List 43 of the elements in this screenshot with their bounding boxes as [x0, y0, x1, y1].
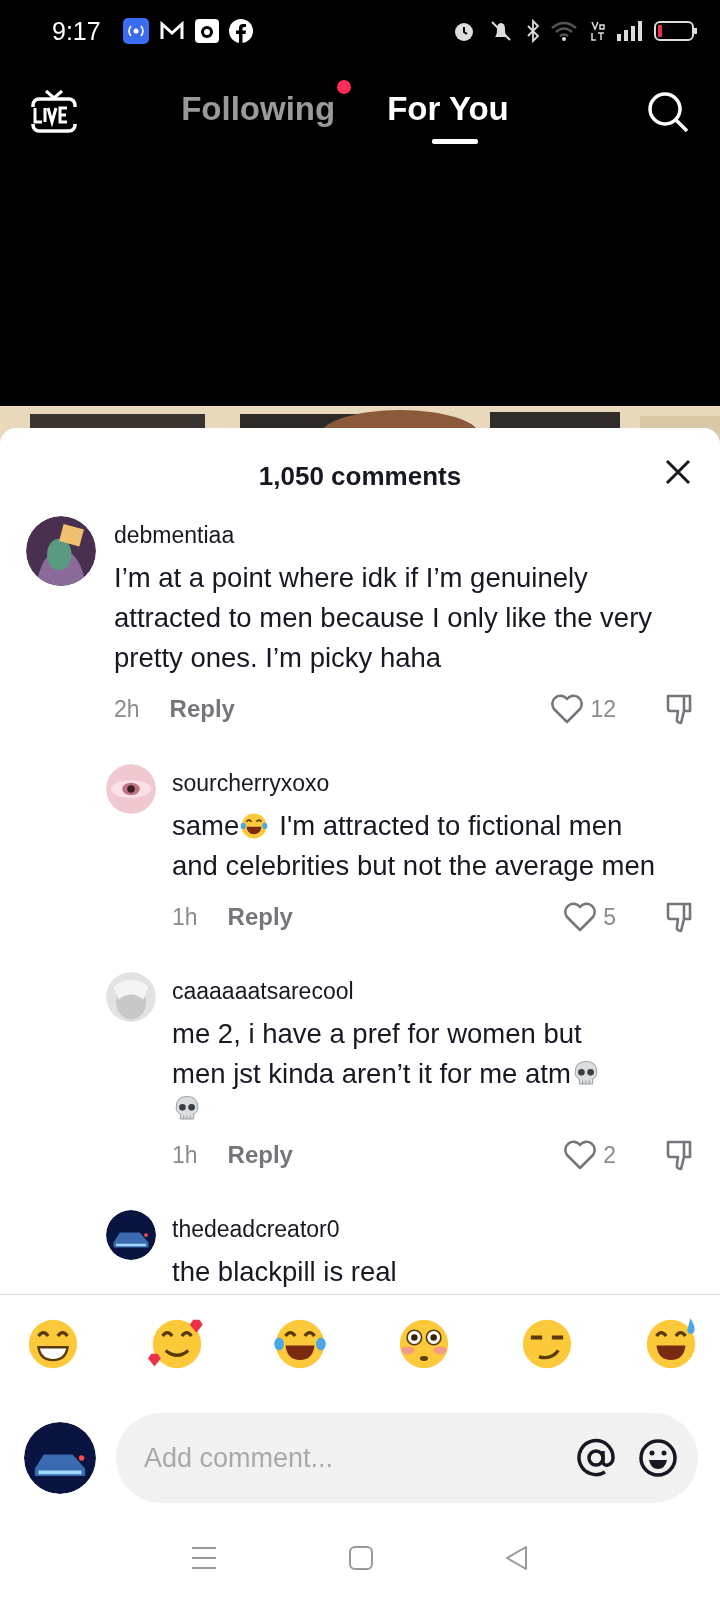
comment-time: 1h — [172, 1141, 198, 1169]
smiley-icon[interactable] — [638, 1438, 678, 1478]
comment-text: and celebrities but not the average men — [172, 849, 656, 883]
camera-icon — [194, 19, 219, 43]
clock: 9:17 — [52, 16, 101, 46]
search-icon[interactable] — [646, 90, 690, 134]
username[interactable]: debmentiaa — [114, 516, 698, 550]
menu-button[interactable] — [190, 1544, 218, 1571]
mention-icon[interactable] — [576, 1438, 616, 1478]
live-tv-icon[interactable] — [30, 89, 78, 135]
heart-icon — [563, 1140, 598, 1170]
comment-text: me 2, i have a pref for women but — [172, 1017, 582, 1051]
home-button[interactable] — [348, 1544, 374, 1571]
signal-icon — [616, 20, 644, 42]
comment-text: the blackpill is real — [172, 1255, 397, 1289]
username[interactable]: sourcherryxoxo — [172, 764, 698, 798]
mail-icon — [158, 20, 185, 42]
comment-text: same — [172, 809, 240, 843]
comment-text: men jst kinda aren’t it for me atm — [172, 1057, 571, 1091]
comment-time: 1h — [172, 903, 198, 931]
comment-text: I’m at a point where idk if I’m genuinely attracted to men because I only like the very pretty ones. I’m picky haha — [114, 561, 654, 675]
feed-tab[interactable]: Following — [177, 76, 354, 148]
comment-time: 2h — [114, 695, 140, 723]
comment-input[interactable]: Add comment... — [144, 1442, 554, 1474]
username[interactable]: caaaaaatsarecool — [172, 972, 698, 1006]
reply-button[interactable]: Reply — [169, 695, 235, 723]
username[interactable]: thedeadcreator0 — [172, 1210, 698, 1244]
heart-icon — [550, 694, 585, 724]
comment-text: I'm attracted to fictional men — [279, 809, 623, 843]
reply-button[interactable]: Reply — [227, 1141, 293, 1169]
hotspot-icon — [122, 18, 149, 44]
bluetooth-icon — [526, 19, 540, 43]
battery-icon — [654, 20, 698, 42]
back-button[interactable] — [504, 1544, 530, 1571]
volte-icon — [590, 20, 606, 42]
comments-title: 1,050 comments — [258, 459, 462, 492]
heart-icon — [563, 902, 598, 932]
reply-button[interactable]: Reply — [227, 903, 293, 931]
joy-emoji-icon — [239, 811, 270, 841]
avatar-icon[interactable] — [106, 764, 156, 814]
feed-tab[interactable]: For You — [383, 76, 527, 148]
avatar-icon[interactable] — [106, 1210, 156, 1260]
facebook-icon — [228, 19, 253, 43]
